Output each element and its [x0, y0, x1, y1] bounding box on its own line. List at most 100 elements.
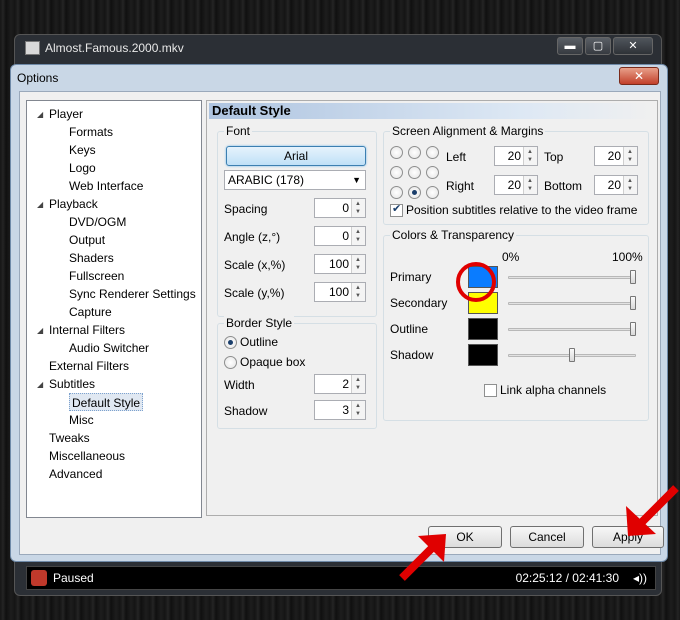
tree-item[interactable]: DVD/OGM	[69, 213, 126, 231]
link-alpha-label: Link alpha channels	[500, 383, 607, 397]
align-bottom-right-radio[interactable]	[426, 186, 439, 199]
bottom-label: Bottom	[544, 179, 583, 193]
tree-item[interactable]: Misc	[69, 411, 94, 429]
alpha-slider-thumb[interactable]	[569, 348, 575, 362]
tree-item[interactable]: Keys	[69, 141, 96, 159]
player-window-buttons: ▬ ▢ ✕	[557, 37, 653, 55]
expand-triangle-icon[interactable]: ◢	[37, 110, 43, 119]
font-group: Font Arial ARABIC (178) ▼ Spacing 0 ▲ ▼ An…	[217, 124, 377, 317]
outline-radio[interactable]	[224, 336, 237, 349]
color-swatch-button[interactable]	[468, 344, 498, 366]
alpha-min-label: 0%	[502, 250, 520, 264]
alpha-slider-track[interactable]	[508, 328, 636, 331]
left-value: 20	[507, 149, 521, 163]
outline-radio-label: Outline	[240, 335, 279, 349]
alpha-slider-track[interactable]	[508, 302, 636, 305]
tree-item[interactable]: Tweaks	[49, 429, 90, 447]
colors-group-label: Colors & Transparency	[390, 228, 517, 242]
dialog-client: ◢ Player Formats Keys Logo Web Interface ◢ Play…	[19, 91, 664, 555]
font-button[interactable]: Arial	[226, 146, 366, 166]
top-label: Top	[544, 150, 564, 164]
panel-title: Default Style	[209, 103, 655, 119]
tree-item[interactable]: Audio Switcher	[69, 339, 149, 357]
status-icon	[31, 570, 47, 586]
scaley-label: Scale (y,%)	[224, 286, 285, 300]
angle-label: Angle (z,°)	[224, 230, 281, 244]
charset-select[interactable]: ARABIC (178) ▼	[224, 170, 366, 190]
angle-spinner[interactable]: 0 ▲ ▼	[314, 226, 366, 246]
tree-item[interactable]: Formats	[69, 123, 113, 141]
right-spinner[interactable]: 20 ▲ ▼	[494, 175, 538, 195]
left-spinner[interactable]: 20 ▲ ▼	[494, 146, 538, 166]
align-top-left-radio[interactable]	[390, 146, 403, 159]
position-relative-label: Position subtitles relative to the video…	[406, 203, 638, 217]
align-middle-center-radio[interactable]	[408, 166, 421, 179]
top-spinner[interactable]: 20 ▲ ▼	[594, 146, 638, 166]
player-title: Almost.Famous.2000.mkv	[45, 41, 184, 55]
expand-triangle-icon[interactable]: ◢	[37, 326, 43, 335]
tree-item[interactable]: Default Style	[69, 393, 144, 411]
tree-item[interactable]: Web Interface	[69, 177, 143, 195]
color-row-label: Shadow	[390, 348, 434, 362]
tree-item[interactable]: Miscellaneous	[49, 447, 125, 465]
scaley-spinner[interactable]: 100 ▲ ▼	[314, 282, 366, 302]
tree-item[interactable]: Capture	[69, 303, 112, 321]
border-style-group: Border Style Outline Opaque box Width 2 ▲…	[217, 316, 377, 429]
expand-triangle-icon[interactable]: ◢	[37, 200, 43, 209]
bottom-spinner[interactable]: 20 ▲ ▼	[594, 175, 638, 195]
align-middle-right-radio[interactable]	[426, 166, 439, 179]
color-row-label: Primary	[390, 270, 432, 284]
maximize-button[interactable]: ▢	[585, 37, 611, 55]
align-top-center-radio[interactable]	[408, 146, 421, 159]
width-spinner[interactable]: 2 ▲ ▼	[314, 374, 366, 394]
tree-item[interactable]: Output	[69, 231, 105, 249]
align-bottom-center-radio[interactable]	[408, 186, 421, 199]
tree-item[interactable]: External Filters	[49, 357, 129, 375]
tree-item[interactable]: Advanced	[49, 465, 102, 483]
highlight-circle	[456, 262, 496, 302]
options-tree[interactable]: ◢ Player Formats Keys Logo Web Interface ◢ Play…	[26, 100, 202, 518]
right-value: 20	[507, 178, 521, 192]
alpha-slider-track[interactable]	[508, 276, 636, 279]
tree-item[interactable]: Playback	[49, 195, 98, 213]
arrow-to-ok-icon	[399, 534, 446, 581]
cancel-button[interactable]: Cancel	[510, 526, 584, 548]
minimize-button[interactable]: ▬	[557, 37, 583, 55]
tree-item[interactable]: Player	[49, 105, 83, 123]
link-alpha-checkbox[interactable]	[484, 384, 497, 397]
tree-item[interactable]: Fullscreen	[69, 267, 124, 285]
alpha-slider-thumb[interactable]	[630, 322, 636, 336]
align-middle-left-radio[interactable]	[390, 166, 403, 179]
speaker-icon[interactable]: ◂))	[633, 571, 647, 585]
color-swatch-button[interactable]	[468, 318, 498, 340]
alpha-slider-thumb[interactable]	[630, 270, 636, 284]
top-value: 20	[607, 149, 621, 163]
tree-item[interactable]: Logo	[69, 159, 96, 177]
align-top-right-radio[interactable]	[426, 146, 439, 159]
mpc-app-icon	[25, 41, 40, 55]
scalex-label: Scale (x,%)	[224, 258, 286, 272]
tree-item[interactable]: Internal Filters	[49, 321, 125, 339]
spacing-value: 0	[342, 201, 349, 215]
width-value: 2	[342, 377, 349, 391]
bottom-value: 20	[607, 178, 621, 192]
spacing-spinner[interactable]: 0 ▲ ▼	[314, 198, 366, 218]
align-bottom-left-radio[interactable]	[390, 186, 403, 199]
tree-item[interactable]: Subtitles	[49, 375, 95, 393]
opaque-box-radio[interactable]	[224, 356, 237, 369]
color-row-label: Secondary	[390, 296, 448, 310]
chevron-down-icon: ▼	[352, 175, 361, 185]
position-relative-checkbox[interactable]	[390, 202, 403, 217]
shadow-spinner[interactable]: 3 ▲ ▼	[314, 400, 366, 420]
time-readout: 02:25:12 / 02:41:30	[515, 571, 619, 585]
scalex-spinner[interactable]: 100 ▲ ▼	[314, 254, 366, 274]
alignment-group-label: Screen Alignment & Margins	[390, 124, 546, 138]
alpha-max-label: 100%	[612, 250, 643, 264]
charset-value: ARABIC (178)	[228, 173, 305, 187]
tree-item[interactable]: Sync Renderer Settings	[69, 285, 196, 303]
alpha-slider-thumb[interactable]	[630, 296, 636, 310]
expand-triangle-icon[interactable]: ◢	[37, 380, 43, 389]
dialog-close-button[interactable]: ✕	[619, 67, 659, 85]
tree-item[interactable]: Shaders	[69, 249, 114, 267]
player-close-button[interactable]: ✕	[613, 37, 653, 55]
